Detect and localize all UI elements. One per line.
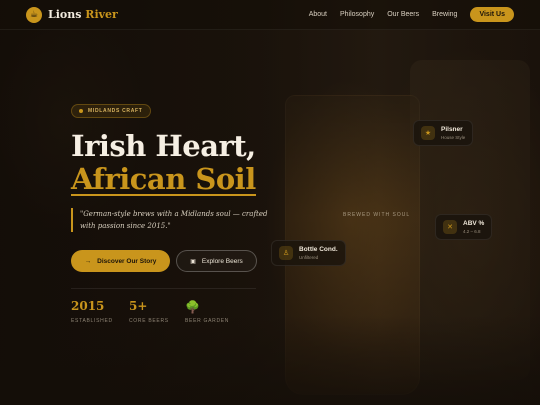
card-title: ABV % (463, 220, 485, 227)
feature-card-abv: ✕ ABV % 4.2 – 6.8 (435, 214, 493, 240)
stat-established: 2015 ESTABLISHED (71, 299, 113, 324)
mug-icon: ☕ (26, 6, 42, 23)
card-title: Bottle Cond. (299, 246, 338, 253)
badge-dot-icon (79, 109, 83, 113)
card-subtitle: 4.2 – 6.8 (463, 229, 481, 234)
arrow-right-icon: → (84, 257, 92, 265)
hero-title-line2: African Soil (71, 162, 256, 196)
star-icon: ★ (421, 126, 435, 140)
explore-beers-button[interactable]: ▣ Explore Beers (176, 250, 257, 272)
nav-link-our-beers[interactable]: Our Beers (387, 11, 419, 18)
hero-quote: "German-style brews with a Midlands soul… (71, 208, 276, 232)
brewed-with-soul-label: BREWED WITH SOUL (343, 212, 411, 218)
top-navigation: ☕ Lions River About Philosophy Our Beers… (0, 0, 540, 30)
feature-card-bottle: ♙ Bottle Cond. Unfiltered (271, 240, 346, 266)
percent-icon: ✕ (443, 220, 457, 234)
tree-icon: 🌳 (185, 300, 200, 314)
stat-label: ESTABLISHED (71, 318, 113, 324)
nav-link-philosophy[interactable]: Philosophy (340, 11, 374, 18)
hero-title-line1: Irish Heart, (71, 129, 256, 163)
stat-beer-garden: 🌳 BEER GARDEN (185, 299, 229, 324)
discover-our-story-button[interactable]: → Discover Our Story (71, 250, 170, 272)
bottle-icon: ♙ (279, 246, 293, 260)
brand-logo[interactable]: ☕ Lions River (26, 6, 118, 23)
nav-link-about[interactable]: About (309, 11, 327, 18)
nav-links: About Philosophy Our Beers Brewing Visit… (309, 7, 514, 22)
card-subtitle: House Style (441, 135, 466, 140)
feature-card-pilsner: ★ Pilsner House Style (413, 120, 474, 146)
discover-button-label: Discover Our Story (97, 257, 157, 265)
visit-us-button[interactable]: Visit Us (470, 7, 514, 22)
hero-badge: MIDLANDS CRAFT (71, 104, 151, 118)
stats-divider (71, 288, 256, 289)
stat-value: 2015 (71, 299, 105, 313)
stat-core-beers: 5+ CORE BEERS (129, 299, 169, 324)
hero-badge-label: MIDLANDS CRAFT (88, 108, 143, 114)
explore-button-label: Explore Beers (201, 257, 243, 265)
card-title: Pilsner (441, 126, 463, 133)
nav-link-brewing[interactable]: Brewing (432, 11, 457, 18)
brand-name-second: River (85, 8, 118, 21)
beer-mug-icon: ▣ (190, 258, 196, 265)
stat-label: BEER GARDEN (185, 318, 230, 324)
stat-value: 5+ (129, 299, 148, 313)
hero-title: Irish Heart, African Soil (71, 130, 301, 196)
brand-name: Lions River (48, 8, 118, 21)
stat-label: CORE BEERS (129, 318, 169, 324)
card-subtitle: Unfiltered (299, 255, 319, 260)
brand-name-first: Lions (48, 8, 82, 21)
bottom-fade (0, 315, 540, 405)
